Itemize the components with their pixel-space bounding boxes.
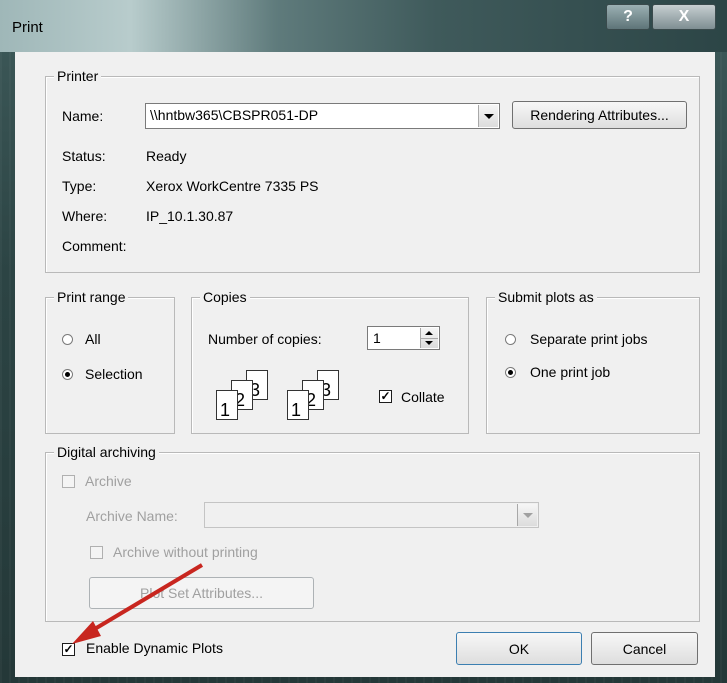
annotation-arrow xyxy=(72,563,204,644)
annotation-arrow-head xyxy=(72,621,101,644)
annotation-arrow-shaft xyxy=(86,563,204,635)
